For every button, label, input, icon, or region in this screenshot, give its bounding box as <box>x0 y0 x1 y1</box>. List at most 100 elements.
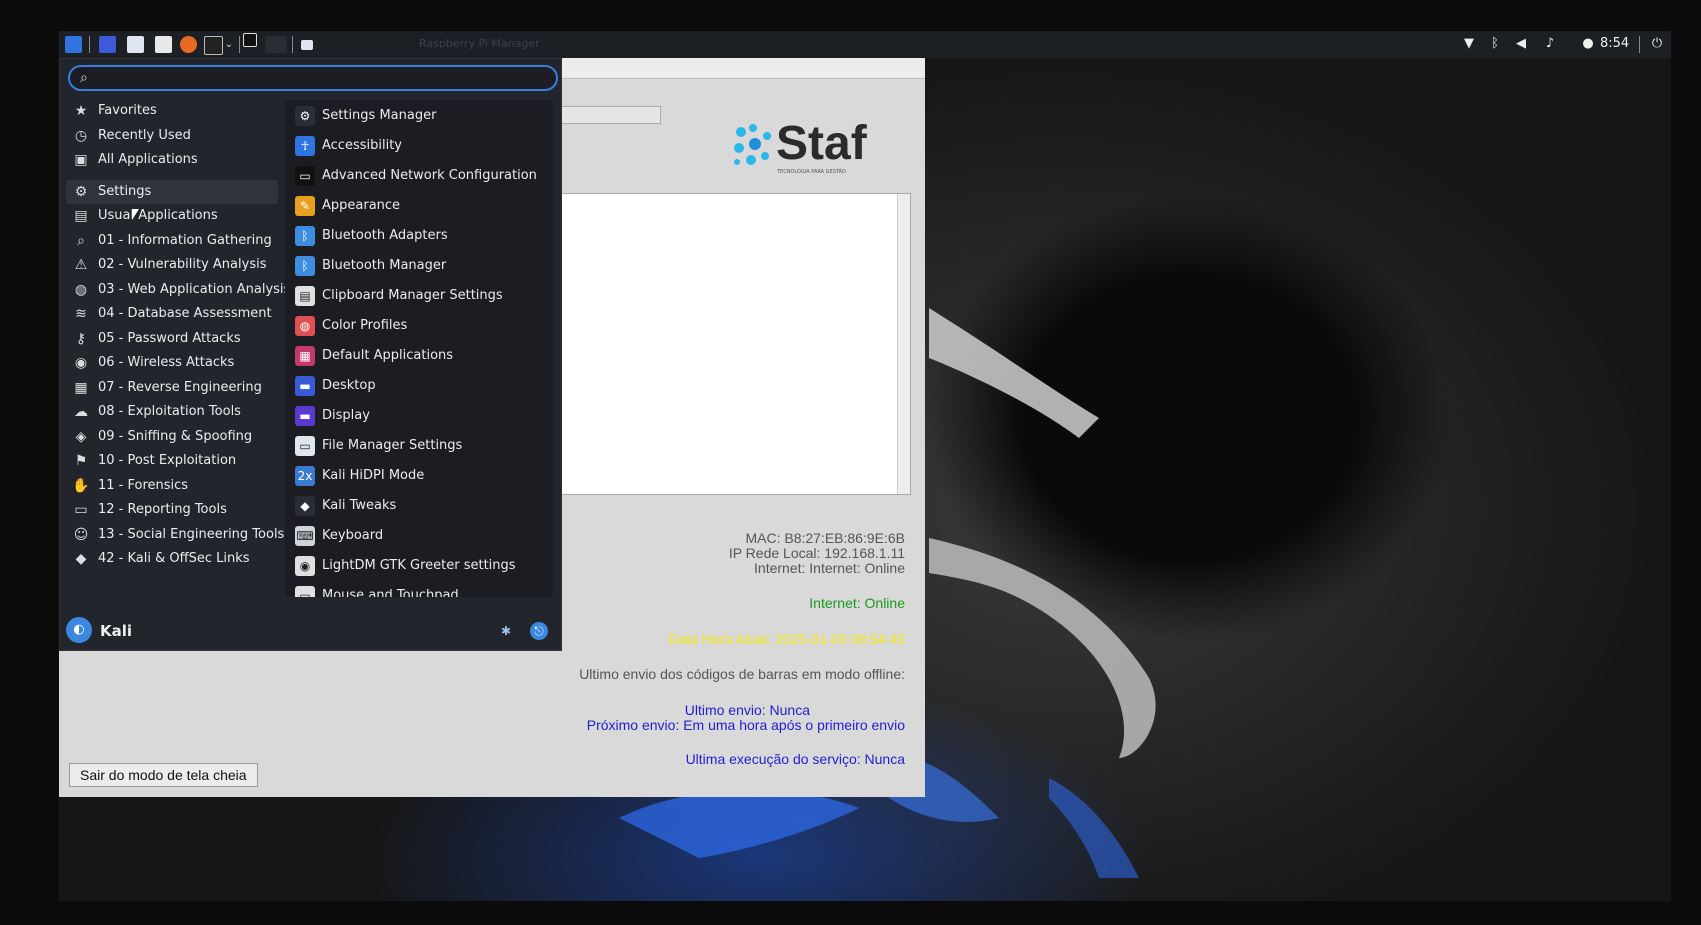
chevron-down-icon[interactable]: ⌄ <box>223 36 235 53</box>
menu-user-bar: ◐ Kali ✱ ⎋ <box>60 612 561 650</box>
display-icon: ▬ <box>295 406 315 426</box>
app-label: Clipboard Manager Settings <box>322 288 503 303</box>
panel-separator <box>292 36 293 53</box>
app-item[interactable]: ᛒ Bluetooth Manager <box>285 252 553 280</box>
app-label: Color Profiles <box>322 318 408 333</box>
category-item[interactable]: ⌕ 01 - Information Gathering <box>66 229 278 253</box>
kali-menu-icon[interactable] <box>65 36 82 53</box>
category-item[interactable]: ▭ 12 - Reporting Tools <box>66 498 278 522</box>
bluetooth-icon: ᛒ <box>295 226 315 246</box>
app-item[interactable]: ▭ Advanced Network Configuration <box>285 162 553 190</box>
app-item[interactable]: ▭ File Manager Settings <box>285 432 553 460</box>
app-item[interactable]: ⚙ Settings Manager <box>285 102 553 130</box>
menu-search-box[interactable]: ⌕ <box>68 65 558 91</box>
keyboard-icon: ⌨ <box>295 526 315 546</box>
category-item[interactable]: ◍ 03 - Web Application Analysis <box>66 278 290 302</box>
app-label: Desktop <box>322 378 376 393</box>
window-button-icon[interactable] <box>301 40 313 50</box>
app-item[interactable]: ◍ Color Profiles <box>285 312 553 340</box>
app-item[interactable]: ▭ Mouse and Touchpad <box>285 582 553 597</box>
staf-logo: Staf TECNOLOGIA PARA GESTÃO <box>731 118 901 178</box>
vulnerability-icon: ⚠ <box>74 257 88 273</box>
panel-separator <box>239 36 240 53</box>
category-item[interactable]: ☺ 13 - Social Engineering Tools <box>66 523 285 547</box>
app-item[interactable]: ☥ Accessibility <box>285 132 553 160</box>
category-item[interactable]: ★ Favorites <box>66 99 278 123</box>
key-icon: ⚷ <box>75 331 87 347</box>
apps-folder-icon: ▣ <box>74 152 88 168</box>
bluetooth-icon[interactable]: ᛒ <box>1487 36 1503 52</box>
category-item[interactable]: ◉ 06 - Wireless Attacks <box>66 351 278 375</box>
staf-logo-mark-icon <box>734 124 771 165</box>
search-input[interactable] <box>100 69 544 89</box>
app-item[interactable]: ◉ LightDM GTK Greeter settings <box>285 552 553 580</box>
app-item[interactable]: ✎ Appearance <box>285 192 553 220</box>
settings-icon[interactable]: ✱ <box>497 622 515 640</box>
log-scrollbar[interactable] <box>897 194 910 494</box>
category-label: 42 - Kali & OffSec Links <box>98 551 250 566</box>
category-item[interactable]: ▣ All Applications <box>66 148 278 172</box>
power-manager-icon[interactable]: ● <box>1581 36 1595 52</box>
category-item[interactable]: ◈ 09 - Sniffing & Spoofing <box>66 425 278 449</box>
app-item[interactable]: 2x Kali HiDPI Mode <box>285 462 553 490</box>
category-label: Settings <box>98 184 152 199</box>
post-exploit-icon: ⚑ <box>74 453 88 469</box>
logout-icon[interactable]: ⎋ <box>530 622 548 640</box>
app-label: Settings Manager <box>322 108 437 123</box>
log-textbox[interactable] <box>534 193 911 495</box>
app-item[interactable]: ᛒ Bluetooth Adapters <box>285 222 553 250</box>
app-item[interactable]: ▦ Default Applications <box>285 342 553 370</box>
desktop-icon: ▬ <box>295 376 315 396</box>
desktop-icon[interactable] <box>99 36 116 53</box>
category-item[interactable]: ≋ 04 - Database Assessment <box>66 302 278 326</box>
logo-tagline: TECNOLOGIA PARA GESTÃO <box>777 169 846 175</box>
app-label: Kali Tweaks <box>322 498 397 513</box>
file-manager-icon[interactable] <box>127 36 144 53</box>
screen: Staf TECNOLOGIA PARA GESTÃO MAC: B8:27:E… <box>59 31 1671 901</box>
category-label: Usual Applications <box>98 208 218 223</box>
category-item[interactable]: ⚷ 05 - Password Attacks <box>66 327 278 351</box>
panel-clock[interactable]: 8:54 <box>1600 36 1629 51</box>
category-label: 03 - Web Application Analysis <box>98 282 291 297</box>
category-item[interactable]: ◷ Recently Used <box>66 124 278 148</box>
firefox-icon[interactable] <box>180 36 197 53</box>
text-editor-icon[interactable] <box>155 36 172 53</box>
app-label: Default Applications <box>322 348 454 363</box>
category-label: 02 - Vulnerability Analysis <box>98 257 267 272</box>
notification-icon[interactable]: ♪ <box>1542 36 1558 52</box>
mouse-cursor <box>132 209 139 220</box>
category-label: Recently Used <box>98 128 191 143</box>
sniff-icon: ◈ <box>75 429 87 445</box>
app-item[interactable]: ▤ Clipboard Manager Settings <box>285 282 553 310</box>
app-label: Mouse and Touchpad <box>322 588 459 597</box>
category-item[interactable]: ◆ 42 - Kali & OffSec Links <box>66 547 278 571</box>
wireless-icon: ◉ <box>74 355 88 371</box>
category-item[interactable]: ⚑ 10 - Post Exploitation <box>66 449 278 473</box>
exit-fullscreen-button[interactable]: Sair do modo de tela cheia <box>69 763 258 787</box>
app-item[interactable]: ▬ Desktop <box>285 372 553 400</box>
category-item[interactable]: ☁ 08 - Exploitation Tools <box>66 400 278 424</box>
terminal-icon[interactable] <box>204 36 223 55</box>
workspace-1-icon[interactable] <box>243 33 257 47</box>
mouse-icon: ▭ <box>295 586 315 597</box>
logout-icon[interactable]: ⏻ <box>1649 36 1665 52</box>
app-item[interactable]: ◆ Kali Tweaks <box>285 492 553 520</box>
category-item[interactable]: ▤ Usual Applications <box>66 204 278 228</box>
internet-status: Internet: Online <box>809 595 905 611</box>
app-label: LightDM GTK Greeter settings <box>322 558 516 573</box>
app-item[interactable]: ⌨ Keyboard <box>285 522 553 550</box>
workspace-2-icon[interactable] <box>265 36 287 53</box>
volume-icon[interactable]: ◀ <box>1513 36 1529 52</box>
network-icon[interactable]: ▼ <box>1461 36 1477 52</box>
last-send: Ultimo envio: Nunca <box>684 702 810 718</box>
category-item[interactable]: ⚙ Settings <box>66 180 278 204</box>
category-label: 07 - Reverse Engineering <box>98 380 262 395</box>
category-item[interactable]: ▦ 07 - Reverse Engineering <box>66 376 278 400</box>
category-item[interactable]: ⚠ 02 - Vulnerability Analysis <box>66 253 278 277</box>
internet-line: Internet: Internet: Online <box>754 560 905 576</box>
app-item[interactable]: ▬ Display <box>285 402 553 430</box>
panel-separator <box>89 36 90 53</box>
report-icon: ▭ <box>74 502 88 518</box>
category-item[interactable]: ✋ 11 - Forensics <box>66 474 278 498</box>
app-label: Bluetooth Manager <box>322 258 447 273</box>
